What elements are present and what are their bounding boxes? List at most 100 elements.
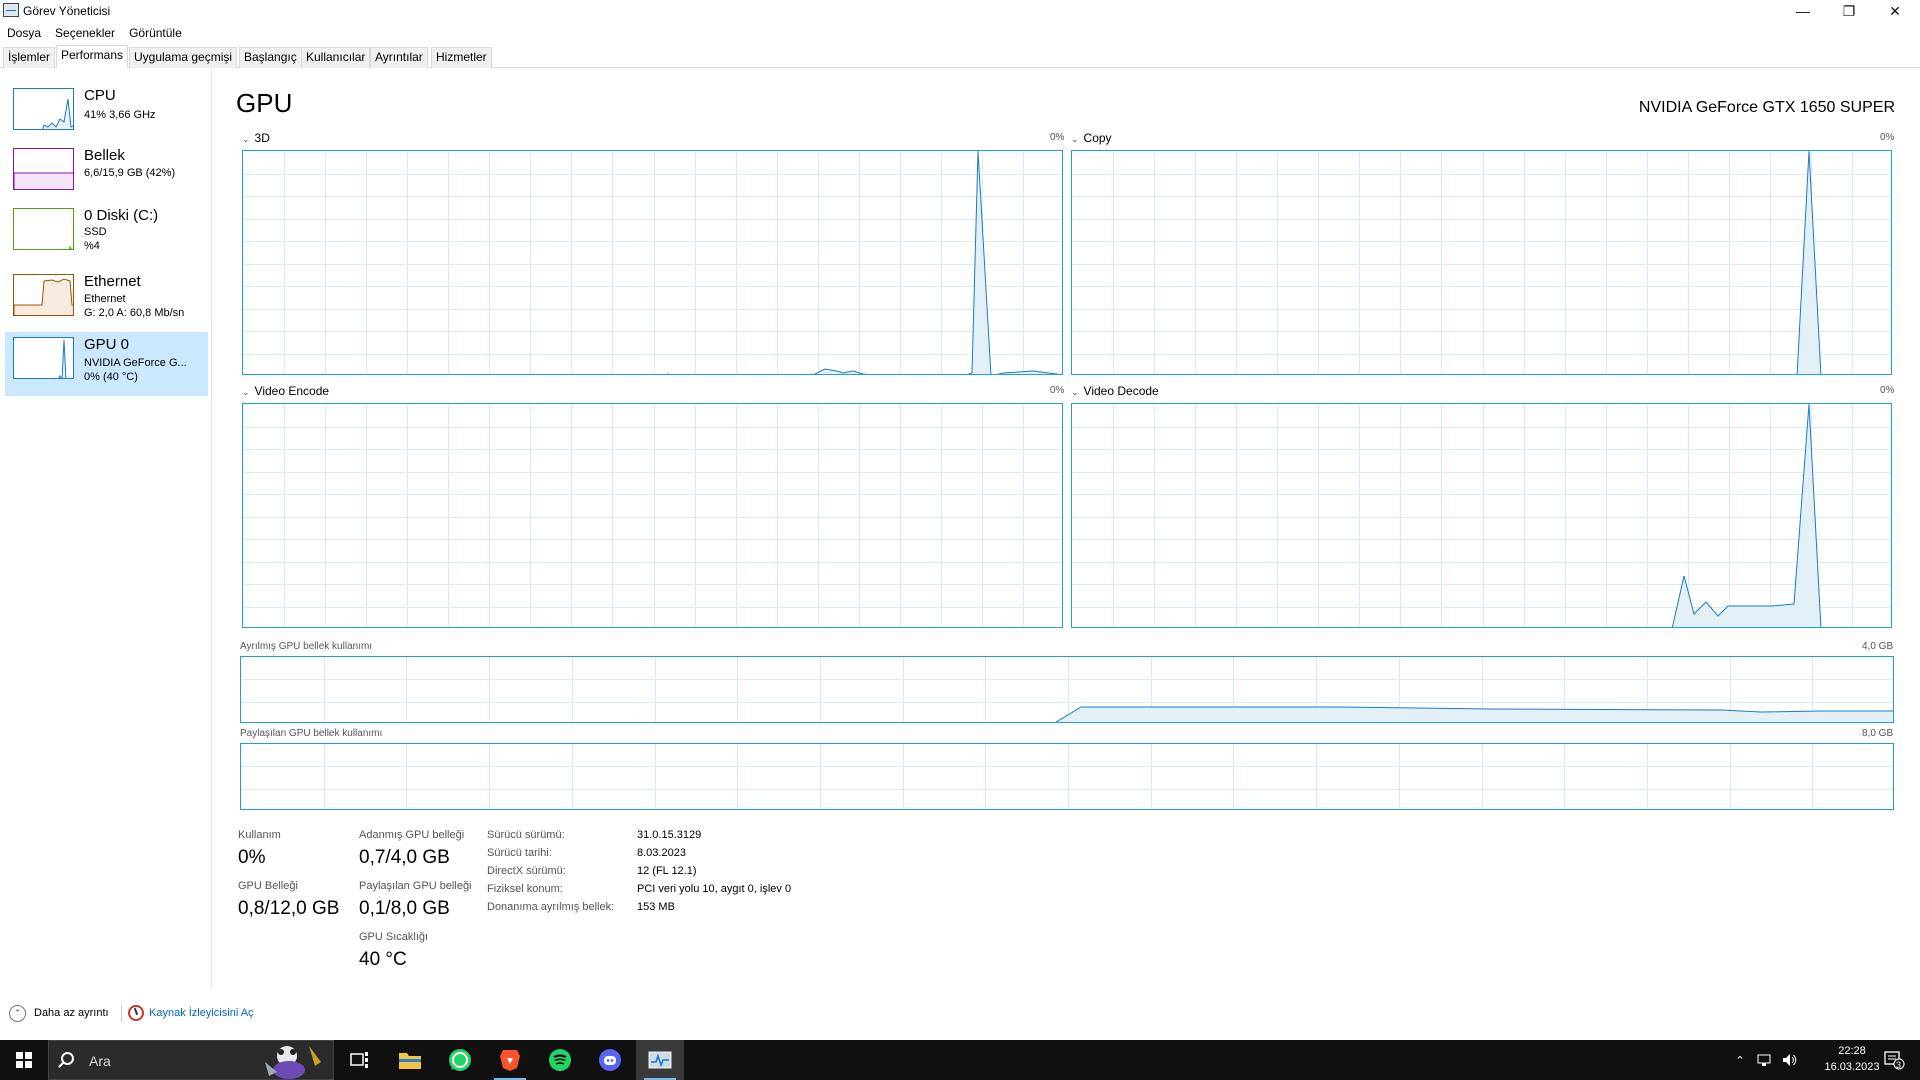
gpu-memory-value: 0,8/12,0 GB	[238, 898, 340, 919]
menu-bar: Dosya Seçenekler Görüntüle	[0, 24, 189, 42]
disk-thumbnail-graph	[13, 208, 74, 250]
graph-3d	[242, 150, 1063, 375]
chevron-down-icon: ⌄	[1071, 134, 1079, 144]
speaker-icon	[1783, 1054, 1797, 1066]
sidebar-item-cpu[interactable]: CPU 41% 3,66 GHz	[5, 83, 208, 147]
engine-percent: 0%	[1880, 385, 1895, 396]
tab-startup[interactable]: Başlangıç	[239, 47, 302, 68]
engine-copy-selector[interactable]: ⌄ Copy	[1071, 131, 1112, 145]
shared-gpu-mem-label: Paylaşılan GPU belleği	[359, 880, 472, 892]
title-bar: Görev Yöneticisi — ❐ ✕	[0, 0, 1920, 22]
network-icon[interactable]	[1752, 1040, 1776, 1080]
sidebar-item-detail-2: 0% (40 °C)	[84, 371, 138, 383]
sidebar-item-detail: NVIDIA GeForce G...	[84, 357, 187, 369]
spotify-button[interactable]	[536, 1040, 584, 1080]
utilization-value: 0%	[238, 847, 266, 868]
less-detail-button[interactable]: Daha az ayrıntı	[34, 1007, 109, 1019]
info-value: 12 (FL 12.1)	[637, 865, 697, 877]
graph-dedicated-memory	[240, 656, 1894, 723]
restore-button[interactable]: ❐	[1826, 0, 1872, 22]
ethernet-thumbnail-graph	[13, 274, 74, 316]
engine-video-decode-selector[interactable]: ⌄ Video Decode	[1071, 384, 1159, 398]
tab-bar: İşlemler Performans Uygulama geçmişi Baş…	[0, 45, 1920, 68]
tab-performance[interactable]: Performans	[56, 45, 129, 68]
sidebar-item-name: Bellek	[84, 147, 125, 164]
engine-percent: 0%	[1880, 132, 1895, 143]
sidebar-item-ethernet[interactable]: Ethernet Ethernet G: 2,0 A: 60,8 Mb/sn	[5, 269, 208, 333]
action-center-button[interactable]: 3	[1874, 1040, 1914, 1080]
sidebar-item-detail: 41% 3,66 GHz	[84, 109, 156, 121]
minimize-button[interactable]: —	[1780, 0, 1826, 22]
brave-browser-button[interactable]	[486, 1040, 534, 1080]
task-view-icon	[350, 1052, 368, 1068]
info-value: PCI veri yolu 10, aygıt 0, işlev 0	[637, 883, 792, 895]
collapse-chevron-icon[interactable]: ⌃	[9, 1005, 26, 1022]
menu-options[interactable]: Seçenekler	[48, 24, 122, 42]
menu-file[interactable]: Dosya	[0, 24, 48, 42]
discord-icon	[599, 1049, 621, 1071]
graph-copy	[1071, 150, 1892, 375]
search-icon	[61, 1052, 74, 1065]
cpu-thumbnail-graph	[13, 88, 74, 130]
whatsapp-button[interactable]	[436, 1040, 484, 1080]
dedicated-mem-max: 4,0 GB	[1862, 641, 1894, 652]
tab-app-history[interactable]: Uygulama geçmişi	[129, 47, 238, 68]
info-key: Fiziksel konum:	[487, 883, 563, 895]
volume-icon[interactable]	[1778, 1040, 1802, 1080]
dedicated-gpu-mem-label: Adanmış GPU belleği	[359, 829, 465, 841]
info-value: 153 MB	[637, 901, 675, 913]
sidebar-item-memory[interactable]: Bellek 6,6/15,9 GB (42%)	[5, 143, 208, 207]
task-view-button[interactable]	[336, 1040, 384, 1080]
engine-percent: 0%	[1050, 385, 1065, 396]
engine-label: 3D	[254, 131, 270, 145]
tab-details[interactable]: Ayrıntılar	[370, 47, 428, 68]
file-explorer-button[interactable]	[386, 1040, 434, 1080]
memory-thumbnail-graph	[13, 148, 74, 190]
task-manager-icon	[648, 1051, 672, 1069]
tray-overflow-chevron-icon[interactable]: ⌃	[1730, 1040, 1750, 1080]
menu-view[interactable]: Görüntüle	[122, 24, 189, 42]
tab-services[interactable]: Hizmetler	[431, 47, 492, 68]
sidebar-item-detail: 6,6/15,9 GB (42%)	[84, 167, 176, 179]
graph-video-encode	[242, 403, 1063, 628]
shared-mem-label: Paylaşılan GPU bellek kullanımı	[240, 728, 383, 739]
sidebar-item-name: GPU 0	[84, 336, 130, 353]
footer-bar: ⌃ Daha az ayrıntı Kaynak İzleyicisini Aç	[0, 1002, 1920, 1026]
info-value: 31.0.15.3129	[637, 829, 702, 841]
sidebar-item-disk[interactable]: 0 Diski (C:) SSD %4	[5, 203, 208, 267]
taskbar-search-box[interactable]: Ara	[48, 1040, 334, 1080]
discord-button[interactable]	[586, 1040, 634, 1080]
open-resource-monitor-link[interactable]: Kaynak İzleyicisini Aç	[149, 1007, 254, 1019]
chevron-down-icon: ⌄	[242, 387, 250, 397]
brave-lion-icon	[500, 1050, 520, 1071]
tab-users[interactable]: Kullanıcılar	[301, 47, 371, 68]
sidebar-item-gpu[interactable]: GPU 0 NVIDIA GeForce G... 0% (40 °C)	[5, 332, 208, 396]
close-button[interactable]: ✕	[1872, 0, 1918, 22]
engine-video-encode-selector[interactable]: ⌄ Video Encode	[242, 384, 329, 398]
search-placeholder: Ara	[89, 1053, 111, 1069]
search-highlight-illustration	[265, 1046, 321, 1079]
tab-processes[interactable]: İşlemler	[3, 47, 56, 68]
window-title: Görev Yöneticisi	[23, 4, 111, 18]
page-title: GPU	[236, 88, 293, 118]
resource-monitor-icon	[128, 1005, 144, 1021]
task-manager-icon	[3, 3, 19, 17]
shared-mem-max: 8,0 GB	[1862, 728, 1894, 739]
info-key: Sürücü tarihi:	[487, 847, 552, 859]
gpu-memory-label: GPU Belleği	[238, 880, 298, 892]
folder-icon	[399, 1053, 421, 1069]
engine-label: Video Decode	[1083, 384, 1159, 398]
gpu-model-name: NVIDIA GeForce GTX 1650 SUPER	[1638, 99, 1895, 116]
dedicated-mem-label: Ayrılmış GPU bellek kullanımı	[240, 641, 373, 652]
task-manager-taskbar-button[interactable]	[636, 1040, 684, 1080]
gpu-temperature-label: GPU Sıcaklığı	[359, 931, 429, 943]
sidebar-item-name: Ethernet	[84, 273, 141, 290]
spotify-icon	[549, 1049, 571, 1071]
dedicated-gpu-mem-value: 0,7/4,0 GB	[359, 847, 450, 868]
engine-percent: 0%	[1050, 132, 1065, 143]
engine-3d-selector[interactable]: ⌄ 3D	[242, 131, 270, 145]
info-key: DirectX sürümü:	[487, 865, 566, 877]
start-button[interactable]	[0, 1040, 48, 1080]
engine-label: Video Encode	[254, 384, 330, 398]
info-value: 8.03.2023	[637, 847, 686, 859]
